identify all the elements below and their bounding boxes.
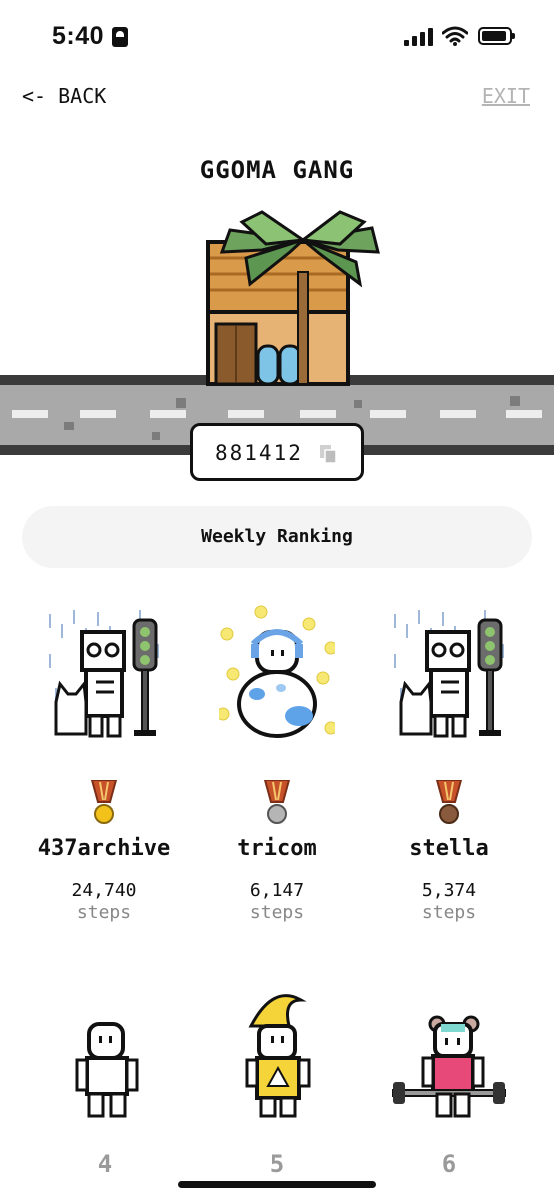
member-rank: 4 (97, 1150, 113, 1178)
contact-card-icon (112, 27, 128, 47)
rain-robot-cat-avatar (394, 610, 504, 738)
steps-unit-label: steps (76, 902, 132, 923)
weightlifter-avatar (392, 1015, 506, 1118)
podium-third[interactable]: stella 5,374 steps (369, 604, 529, 924)
group-code-box[interactable]: 881412 (190, 423, 364, 481)
member-rank-4[interactable]: 4 (35, 990, 175, 1190)
rain-robot-cat-avatar (49, 610, 159, 738)
ranker-name: tricom (237, 836, 317, 861)
wifi-icon (442, 26, 468, 46)
gold-medal-icon (90, 780, 118, 824)
weekly-ranking-label: Weekly Ranking (201, 526, 353, 547)
house-graphic (206, 210, 380, 386)
status-bar: 5:40 (0, 0, 554, 72)
banana-character-avatar (245, 994, 311, 1118)
steps-unit-label: steps (249, 902, 305, 923)
bronze-medal-icon (435, 780, 463, 824)
status-time: 5:40 (52, 22, 105, 50)
ranker-steps: 5,374 (421, 880, 477, 901)
podium-second[interactable]: tricom 6,147 steps (197, 604, 357, 924)
ranker-steps: 24,740 (71, 880, 137, 901)
group-name: GGOMA GANG (199, 156, 355, 184)
steps-unit-label: steps (421, 902, 477, 923)
weekly-ranking-tab[interactable]: Weekly Ranking (22, 506, 532, 568)
back-button[interactable]: <- BACK (22, 84, 106, 108)
group-house-illustration (0, 210, 554, 455)
group-code: 881412 (215, 441, 303, 465)
battery-icon (478, 27, 515, 45)
ranker-name: stella (409, 836, 489, 861)
member-rank-6[interactable]: 6 (379, 990, 519, 1190)
snow-sparkle-avatar (219, 605, 335, 738)
exit-button[interactable]: EXIT (482, 84, 530, 108)
ranker-steps: 6,147 (249, 880, 305, 901)
copy-icon[interactable] (319, 444, 337, 464)
cellular-signal-icon (404, 28, 434, 46)
ranker-name: 437archive (37, 836, 171, 861)
plain-character-avatar (75, 1022, 139, 1118)
member-rank: 5 (269, 1150, 285, 1178)
member-rank: 6 (441, 1150, 457, 1178)
member-rank-5[interactable]: 5 (207, 990, 347, 1190)
silver-medal-icon (263, 780, 291, 824)
home-indicator[interactable] (178, 1181, 376, 1188)
podium-first[interactable]: 437archive 24,740 steps (24, 604, 184, 924)
